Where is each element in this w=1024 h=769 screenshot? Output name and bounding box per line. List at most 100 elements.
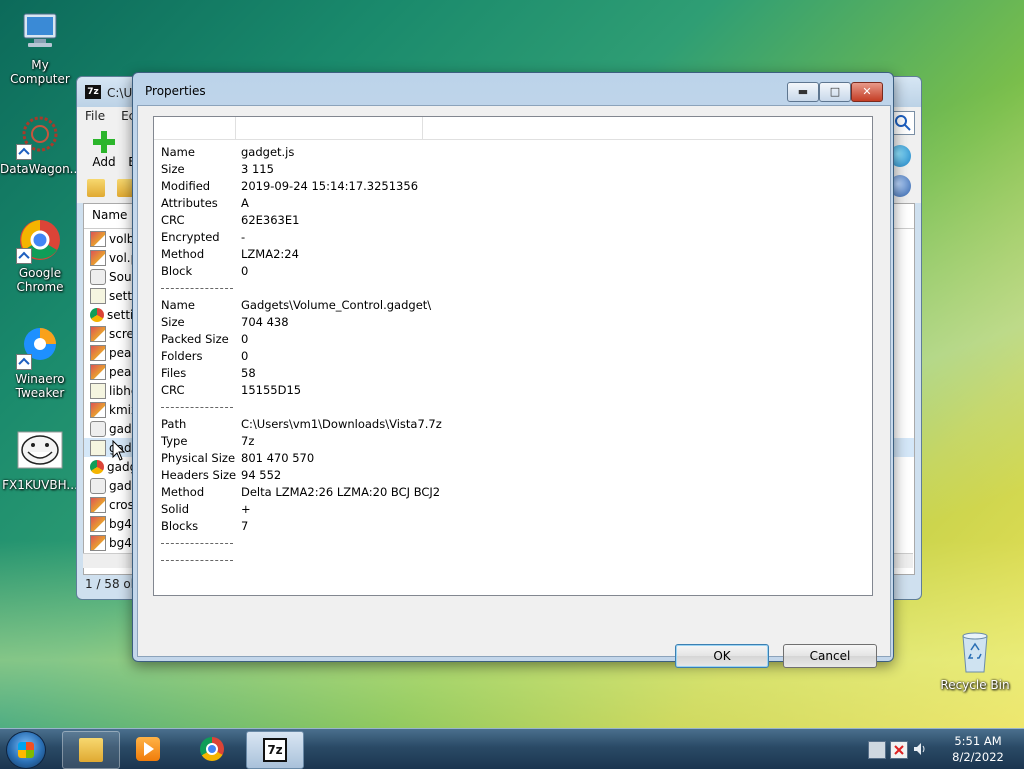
property-name: Method xyxy=(161,247,205,261)
property-row[interactable]: Name gadget.js xyxy=(154,144,872,161)
property-value: 0 xyxy=(241,264,249,278)
image-file-icon xyxy=(90,496,106,513)
property-value: 0 xyxy=(241,332,249,346)
volume-icon[interactable] xyxy=(912,741,928,757)
desktop-icon-my-computer[interactable]: My Computer xyxy=(0,8,80,86)
menu-file[interactable]: File xyxy=(77,107,113,125)
property-name: Size xyxy=(161,162,185,176)
property-value: 58 xyxy=(241,366,256,380)
taskbar-media-player[interactable] xyxy=(120,731,176,767)
separator-line xyxy=(161,543,233,544)
property-row[interactable]: Files 58 xyxy=(154,365,872,382)
taskbar-explorer[interactable] xyxy=(62,731,120,769)
property-name: Attributes xyxy=(161,196,218,210)
property-row[interactable]: Path C:\Users\vm1\Downloads\Vista7.7z xyxy=(154,416,872,433)
separator-line xyxy=(161,407,233,408)
property-separator-row[interactable] xyxy=(154,552,872,569)
up-folder-icon[interactable] xyxy=(87,179,105,197)
desktop-icon-fx1kuvbh[interactable]: FX1KUVBH... xyxy=(0,428,80,492)
property-value: 94 552 xyxy=(241,468,282,482)
column-separator[interactable] xyxy=(422,117,423,139)
property-row[interactable]: Block 0 xyxy=(154,263,872,280)
search-icon[interactable] xyxy=(891,111,915,135)
property-name: Path xyxy=(161,417,187,431)
system-tray xyxy=(864,739,932,759)
close-button[interactable]: ✕ xyxy=(851,82,883,102)
property-row[interactable]: Folders 0 xyxy=(154,348,872,365)
chrome-icon xyxy=(16,216,64,264)
property-row[interactable]: Method LZMA2:24 xyxy=(154,246,872,263)
seven-zip-logo-icon: 7z xyxy=(85,85,101,99)
property-value: + xyxy=(241,502,251,516)
shortcut-arrow-icon xyxy=(16,144,32,160)
property-row[interactable]: Blocks 7 xyxy=(154,518,872,535)
cancel-button[interactable]: Cancel xyxy=(783,644,877,668)
image-file-icon xyxy=(90,401,106,418)
property-row[interactable]: Physical Size 801 470 570 xyxy=(154,450,872,467)
html-file-icon xyxy=(90,459,104,474)
winaero-icon xyxy=(16,322,64,370)
property-value: 62E363E1 xyxy=(241,213,300,227)
desktop-icon-label: DataWagon... xyxy=(0,162,82,176)
property-value: 801 470 570 xyxy=(241,451,315,465)
windows-logo-icon xyxy=(18,742,34,758)
ok-button[interactable]: OK xyxy=(675,644,769,668)
maximize-button[interactable]: □ xyxy=(819,82,851,102)
property-name: Name xyxy=(161,145,195,159)
property-row[interactable]: Attributes A xyxy=(154,195,872,212)
desktop-icon-recycle-bin[interactable]: Recycle Bin xyxy=(935,628,1015,692)
property-row[interactable]: Packed Size 0 xyxy=(154,331,872,348)
dll-file-icon xyxy=(90,382,106,399)
property-row[interactable]: Solid + xyxy=(154,501,872,518)
property-row[interactable]: Type 7z xyxy=(154,433,872,450)
property-name: CRC xyxy=(161,383,185,397)
properties-dialog[interactable]: Properties ▬ □ ✕ Name gadget.js Size 3 115 M… xyxy=(132,72,894,668)
settings-file-icon xyxy=(90,287,106,304)
image-file-icon xyxy=(90,344,106,361)
property-name: Size xyxy=(161,315,185,329)
taskbar-7zip[interactable]: 7z xyxy=(246,731,304,769)
properties-list[interactable]: Name gadget.js Size 3 115 Modified 2019-09-24… xyxy=(153,116,873,596)
desktop-icon-datawagon[interactable]: DataWagon... xyxy=(0,112,82,176)
property-value: 7 xyxy=(241,519,249,533)
taskbar: 7z 5:51 AM 8/2/2022 xyxy=(0,728,1024,769)
mouse-cursor-icon xyxy=(112,440,126,461)
network-icon[interactable] xyxy=(868,741,886,759)
trollface-image-icon xyxy=(16,428,64,476)
dialog-title: Properties xyxy=(145,84,206,98)
desktop-icon-google-chrome[interactable]: Google Chrome xyxy=(0,216,80,294)
property-separator-row[interactable] xyxy=(154,399,872,416)
column-separator[interactable] xyxy=(235,117,236,139)
property-separator-row[interactable] xyxy=(154,280,872,297)
desktop-icon-winaero-tweaker[interactable]: Winaero Tweaker xyxy=(0,322,80,400)
property-name: Type xyxy=(161,434,188,448)
property-row[interactable]: Name Gadgets\Volume_Control.gadget\ xyxy=(154,297,872,314)
script-file-icon xyxy=(90,439,106,456)
property-separator-row[interactable] xyxy=(154,535,872,552)
property-value: - xyxy=(241,230,246,244)
property-row[interactable]: Method Delta LZMA2:26 LZMA:20 BCJ BCJ2 xyxy=(154,484,872,501)
property-row[interactable]: Encrypted - xyxy=(154,229,872,246)
property-value: 15155D15 xyxy=(241,383,302,397)
property-row[interactable]: Modified 2019-09-24 15:14:17.3251356 xyxy=(154,178,872,195)
minimize-icon: ▬ xyxy=(797,85,809,98)
taskbar-chrome[interactable] xyxy=(184,731,240,767)
separator-line xyxy=(161,560,233,561)
property-row[interactable]: CRC 62E363E1 xyxy=(154,212,872,229)
property-name: Files xyxy=(161,366,187,380)
start-button[interactable] xyxy=(6,731,46,769)
property-row[interactable]: Headers Size 94 552 xyxy=(154,467,872,484)
action-center-flag-icon[interactable] xyxy=(890,741,908,759)
datawagon-icon xyxy=(16,112,64,160)
property-row[interactable]: Size 704 438 xyxy=(154,314,872,331)
property-name: Encrypted xyxy=(161,230,220,244)
minimize-button[interactable]: ▬ xyxy=(787,82,819,102)
desktop-icon-label: Google Chrome xyxy=(16,266,64,294)
property-row[interactable]: Size 3 115 xyxy=(154,161,872,178)
close-icon: ✕ xyxy=(862,85,872,98)
property-value: 3 115 xyxy=(241,162,274,176)
property-row[interactable]: CRC 15155D15 xyxy=(154,382,872,399)
property-name: Blocks xyxy=(161,519,199,533)
property-name: Solid xyxy=(161,502,190,516)
clock[interactable]: 5:51 AM 8/2/2022 xyxy=(938,733,1018,765)
